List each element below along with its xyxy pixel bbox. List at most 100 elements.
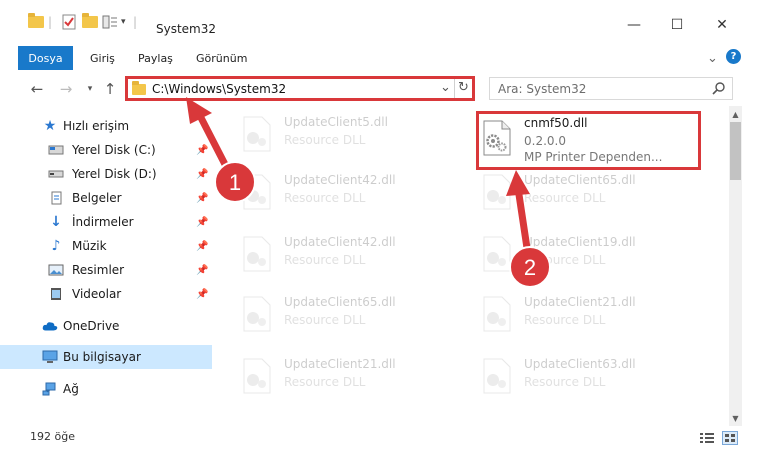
- search-field[interactable]: [489, 77, 733, 100]
- sidebar-item-label: Müzik: [72, 239, 107, 253]
- refresh-icon[interactable]: ↻: [458, 80, 469, 95]
- sidebar-item-this-pc[interactable]: Bu bilgisayar: [0, 345, 212, 369]
- new-folder-icon[interactable]: [82, 12, 98, 32]
- list-item[interactable]: UpdateClient42.dll Resource DLL: [236, 230, 456, 280]
- window-title: System32: [156, 22, 217, 36]
- scroll-thumb[interactable]: [730, 122, 741, 180]
- sidebar-item-quick-access[interactable]: ★ Hızlı erişim: [0, 114, 212, 138]
- documents-icon: [48, 191, 64, 205]
- pin-icon[interactable]: 📌: [196, 217, 208, 228]
- sidebar-item-documents[interactable]: Belgeler 📌: [0, 186, 212, 210]
- dll-file-icon: [483, 174, 511, 210]
- separator: |: [48, 15, 53, 29]
- file-type: Resource DLL: [524, 253, 606, 267]
- pin-icon[interactable]: 📌: [196, 289, 208, 300]
- network-icon: [42, 382, 58, 396]
- search-input[interactable]: [490, 78, 700, 99]
- item-count: 192 öğe: [30, 430, 75, 443]
- sidebar-item-pictures[interactable]: Resimler 📌: [0, 258, 212, 282]
- address-row: ← → ▾ ↑ C:\Windows\System32 ⌄ ↻: [0, 72, 769, 106]
- cloud-icon: [42, 319, 58, 333]
- back-arrow-icon[interactable]: ←: [27, 79, 47, 99]
- list-item[interactable]: UpdateClient19.dll Resource DLL: [476, 230, 696, 280]
- sidebar-item-videos[interactable]: Videolar 📌: [0, 282, 212, 306]
- drive-icon: [48, 167, 64, 181]
- dll-file-icon: [243, 174, 271, 210]
- file-name: UpdateClient19.dll: [524, 235, 636, 249]
- file-type: Resource DLL: [284, 133, 366, 147]
- list-item[interactable]: UpdateClient21.dll Resource DLL: [476, 290, 696, 340]
- music-icon: ♪: [51, 238, 61, 254]
- customize-icon[interactable]: [102, 12, 118, 32]
- address-dropdown-icon[interactable]: ⌄: [440, 80, 451, 95]
- tiles-view-icon[interactable]: [722, 431, 738, 445]
- highlight-box: [476, 111, 701, 170]
- close-button[interactable]: ✕: [699, 10, 745, 40]
- pin-icon[interactable]: 📌: [196, 169, 208, 180]
- sidebar-item-label: OneDrive: [63, 319, 120, 333]
- dll-file-icon: [483, 296, 511, 332]
- vertical-scrollbar[interactable]: ▲ ▼: [729, 106, 742, 426]
- tab-file[interactable]: Dosya: [18, 46, 73, 70]
- tab-share[interactable]: Paylaş: [138, 46, 173, 70]
- dll-file-icon: [483, 236, 511, 272]
- sidebar-item-onedrive[interactable]: OneDrive: [0, 314, 212, 338]
- pin-icon[interactable]: 📌: [196, 193, 208, 204]
- divider: [454, 79, 455, 98]
- file-type: Resource DLL: [524, 191, 606, 205]
- videos-icon: [48, 287, 64, 301]
- navigation-pane: ★ Hızlı erişim Yerel Disk (C:) 📌 Yerel D…: [0, 112, 212, 410]
- pin-icon[interactable]: 📌: [196, 145, 208, 156]
- sidebar-item-disk-c[interactable]: Yerel Disk (C:) 📌: [0, 138, 212, 162]
- properties-icon[interactable]: [62, 12, 76, 32]
- file-type: Resource DLL: [284, 313, 366, 327]
- sidebar-item-music[interactable]: ♪ Müzik 📌: [0, 234, 212, 258]
- file-name: UpdateClient65.dll: [284, 295, 396, 309]
- sidebar-item-label: Belgeler: [72, 191, 122, 205]
- address-path: C:\Windows\System32: [152, 82, 287, 96]
- pin-icon[interactable]: 📌: [196, 265, 208, 276]
- dll-file-icon: [243, 296, 271, 332]
- minimize-button[interactable]: —: [611, 10, 657, 40]
- file-name: UpdateClient42.dll: [284, 173, 396, 187]
- scroll-up-icon[interactable]: ▲: [729, 107, 742, 121]
- file-name: UpdateClient42.dll: [284, 235, 396, 249]
- list-item[interactable]: UpdateClient21.dll Resource DLL: [236, 352, 456, 402]
- folder-icon[interactable]: [28, 12, 44, 32]
- star-icon: ★: [43, 118, 57, 134]
- maximize-button[interactable]: ☐: [654, 10, 700, 40]
- download-icon: ↓: [50, 214, 62, 230]
- chevron-down-icon[interactable]: ▾: [121, 12, 126, 32]
- tab-home[interactable]: Giriş: [90, 46, 115, 70]
- status-bar: 192 öğe: [0, 426, 769, 448]
- file-type: Resource DLL: [524, 375, 606, 389]
- sidebar-item-network[interactable]: Ağ: [0, 377, 212, 401]
- pin-icon[interactable]: 📌: [196, 241, 208, 252]
- list-item[interactable]: UpdateClient65.dll Resource DLL: [236, 290, 456, 340]
- drive-icon: [48, 143, 64, 157]
- details-view-icon[interactable]: [699, 431, 715, 445]
- sidebar-item-downloads[interactable]: ↓ İndirmeler 📌: [0, 210, 212, 234]
- address-bar[interactable]: C:\Windows\System32 ⌄ ↻: [125, 76, 475, 101]
- scroll-down-icon[interactable]: ▼: [729, 411, 742, 425]
- file-type: Resource DLL: [284, 253, 366, 267]
- recent-locations-icon[interactable]: ▾: [80, 79, 100, 99]
- sidebar-item-label: İndirmeler: [72, 215, 134, 229]
- list-item[interactable]: UpdateClient63.dll Resource DLL: [476, 352, 696, 402]
- forward-arrow-icon[interactable]: →: [56, 79, 76, 99]
- dll-file-icon: [243, 236, 271, 272]
- search-icon[interactable]: [712, 81, 726, 98]
- list-item[interactable]: UpdateClient65.dll Resource DLL: [476, 168, 696, 218]
- list-item[interactable]: UpdateClient5.dll Resource DLL: [236, 110, 456, 160]
- help-button[interactable]: ?: [726, 49, 741, 64]
- file-name: UpdateClient5.dll: [284, 115, 388, 129]
- file-type: Resource DLL: [524, 313, 606, 327]
- title-bar: | ▾ | System32 — ☐ ✕: [0, 0, 769, 44]
- up-arrow-icon[interactable]: ↑: [100, 79, 120, 99]
- sidebar-item-disk-d[interactable]: Yerel Disk (D:) 📌: [0, 162, 212, 186]
- dll-file-icon: [483, 358, 511, 394]
- list-item[interactable]: UpdateClient42.dll Resource DLL: [236, 168, 456, 218]
- tab-view[interactable]: Görünüm: [196, 46, 247, 70]
- folder-icon: [132, 81, 146, 95]
- ribbon-expand-button[interactable]: ⌄: [707, 46, 718, 70]
